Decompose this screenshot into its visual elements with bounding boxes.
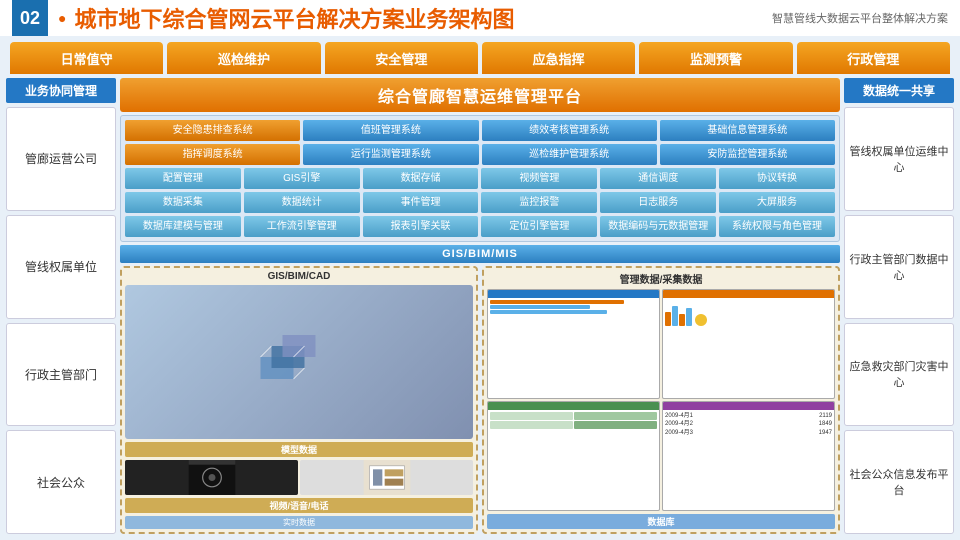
cell-protocol: 协议转换 xyxy=(719,168,835,189)
cell-performance: 绩效考核管理系统 xyxy=(482,120,657,141)
cell-duty-mgmt: 值班管理系统 xyxy=(303,120,478,141)
gis-bim-label: GIS/BIM/CAD xyxy=(125,271,473,282)
tab-admin[interactable]: 行政管理 xyxy=(797,42,950,74)
cell-video-mgmt: 视频管理 xyxy=(481,168,597,189)
tab-safety[interactable]: 安全管理 xyxy=(325,42,478,74)
mini-screen-2 xyxy=(662,289,835,399)
left-item-pipeline: 管线权属单位 xyxy=(6,215,116,319)
manage-data-label: 管理数据/采集数据 xyxy=(487,271,835,286)
realtime-label: 实时数据 xyxy=(125,516,473,529)
cell-storage: 数据存储 xyxy=(363,168,479,189)
manage-screens: 2009-4月12119 2009-4月21849 2009-4月31947 xyxy=(487,289,835,511)
right-panel-header: 数据统一共享 xyxy=(844,78,954,103)
mini-screen-3 xyxy=(487,401,660,511)
cell-data-code: 数据编码与元数据管理 xyxy=(600,216,716,237)
content-body: 业务协同管理 管廊运营公司 管线权属单位 行政主管部门 社会公众 综合管廊智慧运… xyxy=(6,78,954,534)
db-label: 数据库 xyxy=(487,514,835,529)
bottom-section: GIS/BIM/CAD 模型数据 xyxy=(120,266,840,534)
grid-row-1: 安全隐患排查系统 值班管理系统 绩效考核管理系统 基础信息管理系统 xyxy=(125,120,835,141)
cell-location: 定位引擎管理 xyxy=(481,216,597,237)
left-item-public: 社会公众 xyxy=(6,430,116,534)
platform-header: 综合管廊智慧运维管理平台 xyxy=(120,78,840,112)
cell-event: 事件管理 xyxy=(363,192,479,213)
cell-safety-check: 安全隐患排查系统 xyxy=(125,120,300,141)
cell-db-model: 数据库建模与管理 xyxy=(125,216,241,237)
right-item-emergency: 应急救灾部门灾害中心 xyxy=(844,323,954,427)
lower-grid-row-3: 数据库建模与管理 工作流引擎管理 报表引擎关联 定位引擎管理 数据编码与元数据管… xyxy=(125,216,835,237)
mini-screen-4: 2009-4月12119 2009-4月21849 2009-4月31947 xyxy=(662,401,835,511)
top-bar: 02 城市地下综合管网云平台解决方案业务架构图 智慧管线大数据云平台整体解决方案 xyxy=(0,0,960,36)
nav-tabs: 日常值守 巡检维护 安全管理 应急指挥 监测预警 行政管理 xyxy=(6,42,954,74)
mini-screen-1 xyxy=(487,289,660,399)
cell-run-monitor: 运行监测管理系统 xyxy=(303,144,478,165)
left-panel-header: 业务协同管理 xyxy=(6,78,116,103)
cell-data-stat: 数据统计 xyxy=(244,192,360,213)
right-item-pipeline: 管线权属单位运维中心 xyxy=(844,107,954,211)
cell-log: 日志服务 xyxy=(600,192,716,213)
cell-data-collect: 数据采集 xyxy=(125,192,241,213)
cell-security: 安防监控管理系统 xyxy=(660,144,835,165)
tab-monitor[interactable]: 监测预警 xyxy=(639,42,792,74)
video-label: 视频/语音/电话 xyxy=(125,498,473,513)
top-right-label: 智慧管线大数据云平台整体解决方案 xyxy=(772,10,948,26)
cell-bigscreen: 大屏服务 xyxy=(719,192,835,213)
right-item-admin: 行政主管部门数据中心 xyxy=(844,215,954,319)
model-data-label: 模型数据 xyxy=(125,442,473,457)
video-section xyxy=(125,460,473,495)
platform-grid: 安全隐患排查系统 值班管理系统 绩效考核管理系统 基础信息管理系统 指挥调度系统… xyxy=(120,115,840,242)
gis-diagram xyxy=(125,285,473,439)
tab-emergency[interactable]: 应急指挥 xyxy=(482,42,635,74)
cell-workflow: 工作流引擎管理 xyxy=(244,216,360,237)
gisbim-bar: GIS/BIM/MIS xyxy=(120,245,840,263)
cell-dispatch: 指挥调度系统 xyxy=(125,144,300,165)
right-panel: 数据统一共享 管线权属单位运维中心 行政主管部门数据中心 应急救灾部门灾害中心 … xyxy=(844,78,954,534)
cell-report: 报表引擎关联 xyxy=(363,216,479,237)
bottom-right-section: 管理数据/采集数据 xyxy=(482,266,840,534)
main-content: 日常值守 巡检维护 安全管理 应急指挥 监测预警 行政管理 业务协同管理 管廊运… xyxy=(0,36,960,540)
left-panel: 业务协同管理 管廊运营公司 管线权属单位 行政主管部门 社会公众 xyxy=(6,78,116,534)
cell-patrol-mgmt: 巡检维护管理系统 xyxy=(482,144,657,165)
cell-basic-info: 基础信息管理系统 xyxy=(660,120,835,141)
cell-gis: GIS引擎 xyxy=(244,168,360,189)
slide-number: 02 xyxy=(12,0,48,36)
right-item-public: 社会公众信息发布平台 xyxy=(844,430,954,534)
cell-config: 配置管理 xyxy=(125,168,241,189)
left-item-admin: 行政主管部门 xyxy=(6,323,116,427)
cell-comm: 通信调度 xyxy=(600,168,716,189)
left-item-operator: 管廊运营公司 xyxy=(6,107,116,211)
lower-grid-row-2: 数据采集 数据统计 事件管理 监控报警 日志服务 大屏服务 xyxy=(125,192,835,213)
lower-grid-row-1: 配置管理 GIS引擎 数据存储 视频管理 通信调度 协议转换 xyxy=(125,168,835,189)
tab-daily[interactable]: 日常值守 xyxy=(10,42,163,74)
tab-patrol[interactable]: 巡检维护 xyxy=(167,42,320,74)
center-panel: 综合管廊智慧运维管理平台 安全隐患排查系统 值班管理系统 绩效考核管理系统 基础… xyxy=(120,78,840,534)
cell-role-mgmt: 系统权限与角色管理 xyxy=(719,216,835,237)
grid-row-2: 指挥调度系统 运行监测管理系统 巡检维护管理系统 安防监控管理系统 xyxy=(125,144,835,165)
cell-alarm: 监控报警 xyxy=(481,192,597,213)
page-title: 城市地下综合管网云平台解决方案业务架构图 xyxy=(58,2,514,34)
